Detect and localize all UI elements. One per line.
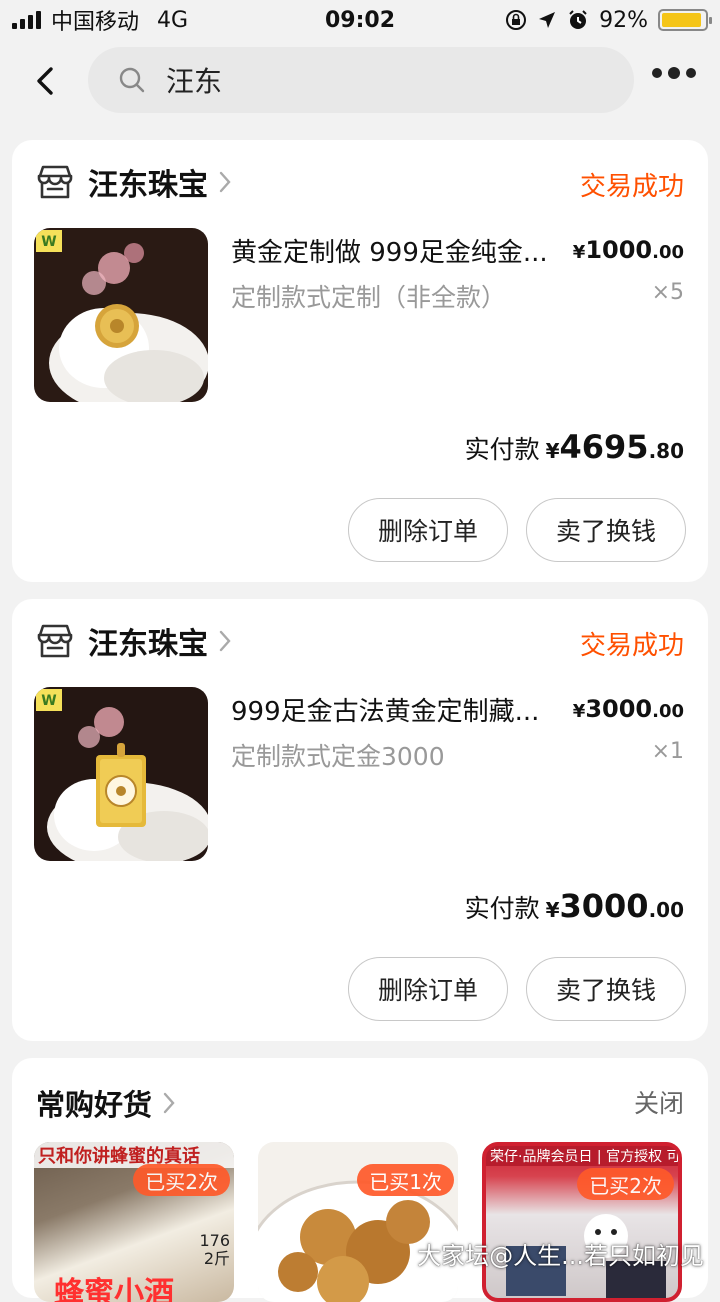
product-image[interactable]: W: [34, 228, 208, 402]
signal-icon: [12, 11, 41, 29]
status-bar-right: 92%: [505, 7, 712, 33]
paid-amount: 实付款 ¥ 4695 .80: [465, 428, 684, 466]
chevron-right-icon: [163, 1092, 175, 1114]
unit-price: ¥3000.00: [573, 695, 684, 723]
shop-icon: [37, 165, 73, 199]
product-bottom-text: 蜂蜜小酒: [54, 1276, 174, 1302]
recommend-list: 只和你讲蜂蜜的真话 176 2斤 蜂蜜小酒 已买2次 已买1次 荣仔·品牌会员日…: [34, 1142, 682, 1302]
more-dot: [668, 67, 680, 79]
order-card[interactable]: 汪东珠宝 交易成功 W 黄金定制做 999足金纯金... 定制款式定制（非全款）…: [12, 140, 708, 582]
order-status: 交易成功: [579, 631, 684, 661]
close-recommend-button[interactable]: 关闭: [634, 1084, 684, 1120]
delete-order-button[interactable]: 删除订单: [348, 498, 508, 562]
bought-count-badge: 已买1次: [357, 1164, 454, 1196]
shop-link[interactable]: 汪东珠宝: [36, 621, 232, 662]
paid-label: 实付款: [464, 435, 540, 464]
recommend-item[interactable]: 只和你讲蜂蜜的真话 176 2斤 蜂蜜小酒 已买2次: [34, 1142, 234, 1302]
delete-order-button[interactable]: 删除订单: [348, 957, 508, 1021]
shop-link[interactable]: 汪东珠宝: [36, 162, 232, 203]
recommend-item[interactable]: 荣仔·品牌会员日 | 官方授权 可查防伪 已买2次: [482, 1142, 682, 1302]
quantity: ×5: [651, 280, 684, 305]
shop-name: 汪东珠宝: [88, 168, 208, 203]
order-actions: 删除订单 卖了换钱: [348, 957, 686, 1021]
price-decimal: .00: [652, 701, 684, 722]
shop-icon: [37, 624, 73, 658]
status-bar: 中国移动 4G 09:02 92%: [0, 0, 720, 40]
carrier-name: 中国移动: [51, 10, 140, 35]
order-status: 交易成功: [579, 172, 684, 202]
gold-pendant-photo: W: [34, 687, 208, 861]
search-icon: [119, 67, 145, 93]
product-banner-text: 荣仔·品牌会员日 | 官方授权 可查防伪: [486, 1146, 678, 1166]
order-actions: 删除订单 卖了换钱: [348, 498, 686, 562]
product-title[interactable]: 999足金古法黄金定制藏...: [231, 691, 571, 728]
price-currency: ¥: [572, 242, 586, 263]
svg-text:W: W: [41, 234, 56, 250]
product-title[interactable]: 黄金定制做 999足金纯金...: [231, 232, 571, 269]
orientation-lock-icon: [506, 10, 527, 30]
battery-icon: [658, 9, 712, 31]
bought-count-badge: 已买2次: [133, 1164, 230, 1196]
chevron-right-icon: [219, 171, 231, 193]
sell-button[interactable]: 卖了换钱: [526, 498, 686, 562]
svg-text:W: W: [41, 693, 56, 709]
price-decimal: .00: [652, 242, 684, 263]
chevron-left-icon: [37, 67, 53, 95]
more-options-button[interactable]: [652, 67, 696, 79]
network-type: 4G: [157, 7, 189, 33]
search-query: 汪东: [166, 65, 223, 98]
price-integer: 1000: [585, 236, 653, 264]
paid-amount: 实付款 ¥ 3000 .00: [465, 887, 684, 925]
more-dot: [652, 68, 662, 78]
price-currency: ¥: [572, 701, 586, 722]
paid-decimal: .80: [648, 439, 684, 463]
watermark: 大家坛@人生...若只如初见: [417, 1242, 704, 1270]
paid-currency: ¥: [545, 439, 560, 463]
recommend-item[interactable]: 已买1次: [258, 1142, 458, 1302]
product-side-text: 176 2斤: [199, 1232, 230, 1268]
recommend-header[interactable]: 常购好货: [36, 1082, 176, 1124]
product-spec: 定制款式定制（非全款）: [231, 283, 507, 312]
status-bar-left: 中国移动 4G: [12, 4, 188, 36]
side-text-line: 2斤: [203, 1249, 230, 1268]
paid-currency: ¥: [545, 898, 560, 922]
recommend-title: 常购好货: [36, 1088, 153, 1122]
product-spec: 定制款式定金3000: [231, 742, 445, 771]
shop-name: 汪东珠宝: [88, 627, 208, 662]
bought-count-badge: 已买2次: [577, 1168, 674, 1200]
location-icon: [539, 12, 556, 28]
gold-coin-pendant-photo: W: [34, 228, 208, 402]
alarm-icon: [569, 10, 587, 29]
battery-fill: [662, 13, 701, 27]
price-integer: 3000: [585, 695, 653, 723]
search-input[interactable]: 汪东: [88, 47, 634, 113]
product-image[interactable]: W: [34, 687, 208, 861]
paid-integer: 4695: [559, 428, 649, 466]
quantity: ×1: [651, 739, 684, 764]
more-dot: [686, 68, 696, 78]
side-text-line: 176: [199, 1231, 230, 1250]
paid-decimal: .00: [648, 898, 684, 922]
battery-percent: 92%: [599, 7, 648, 33]
paid-label: 实付款: [464, 894, 540, 923]
sell-button[interactable]: 卖了换钱: [526, 957, 686, 1021]
chevron-right-icon: [219, 630, 231, 652]
paid-integer: 3000: [559, 887, 649, 925]
search-nav-bar: 汪东: [0, 44, 720, 118]
unit-price: ¥1000.00: [573, 236, 684, 264]
order-card[interactable]: 汪东珠宝 交易成功 W 999足金古法黄金定制藏... 定制款式定金3000 ¥…: [12, 599, 708, 1041]
back-button[interactable]: [0, 44, 90, 118]
